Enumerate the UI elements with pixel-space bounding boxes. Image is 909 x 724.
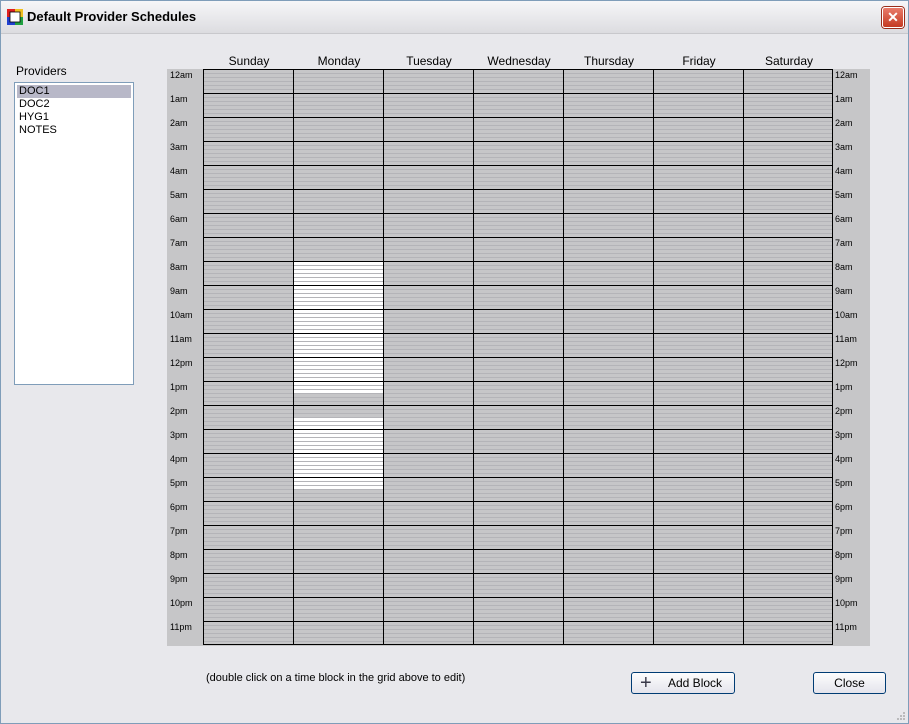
hour-label-left: 11pm	[170, 622, 192, 632]
hour-label-left: 10am	[170, 310, 193, 320]
hour-label-right: 11am	[835, 334, 857, 344]
hour-label-left: 6pm	[170, 502, 188, 512]
hour-label-right: 2am	[835, 118, 853, 128]
hour-label-right: 5am	[835, 190, 853, 200]
hour-label-left: 9pm	[170, 574, 188, 584]
day-header-friday: Friday	[682, 54, 716, 68]
provider-item-doc2[interactable]: DOC2	[17, 98, 131, 111]
hour-label-right: 2pm	[835, 406, 853, 416]
close-icon: ✕	[887, 9, 899, 25]
hour-label-right: 10pm	[835, 598, 858, 608]
hour-label-left: 10pm	[170, 598, 193, 608]
hour-label-left: 7am	[170, 238, 188, 248]
close-button[interactable]: Close	[813, 672, 886, 694]
hour-label-left: 2pm	[170, 406, 188, 416]
hour-label-right: 4pm	[835, 454, 853, 464]
hour-label-left: 9am	[170, 286, 188, 296]
client-area: Providers DOC1 DOC2 HYG1 NOTES Sunday Mo…	[1, 34, 908, 723]
providers-label: Providers	[16, 64, 67, 78]
hour-label-left: 4pm	[170, 454, 188, 464]
hour-label-right: 11pm	[835, 622, 857, 632]
hour-label-right: 8am	[835, 262, 853, 272]
hour-label-right: 3am	[835, 142, 853, 152]
day-header-wednesday: Wednesday	[487, 54, 551, 68]
add-block-button[interactable]: + Add Block	[631, 672, 735, 694]
hour-label-left: 3pm	[170, 430, 188, 440]
hour-label-right: 12am	[835, 70, 858, 80]
provider-item-doc1[interactable]: DOC1	[17, 85, 131, 98]
app-icon	[7, 9, 23, 25]
day-header-sunday: Sunday	[228, 54, 270, 68]
resize-grip-icon[interactable]	[896, 711, 906, 721]
day-header-monday: Monday	[317, 54, 361, 68]
hour-label-left: 3am	[170, 142, 188, 152]
day-header-saturday: Saturday	[764, 54, 814, 68]
title-bar: Default Provider Schedules ✕	[1, 1, 908, 34]
hour-label-right: 5pm	[835, 478, 853, 488]
hour-label-right: 7am	[835, 238, 853, 248]
hour-label-left: 1am	[170, 94, 188, 104]
edit-hint-text: (double click on a time block in the gri…	[206, 672, 466, 684]
hour-label-left: 11am	[170, 334, 192, 344]
hour-label-left: 7pm	[170, 526, 188, 536]
window-title: Default Provider Schedules	[27, 9, 197, 24]
hour-label-left: 4am	[170, 166, 188, 176]
hour-label-right: 8pm	[835, 550, 853, 560]
hour-label-right: 9pm	[835, 574, 853, 584]
hour-label-right: 9am	[835, 286, 853, 296]
provider-item-hyg1[interactable]: HYG1	[17, 111, 131, 124]
hour-label-left: 12pm	[170, 358, 193, 368]
hour-label-right: 6am	[835, 214, 853, 224]
add-block-label: Add Block	[668, 676, 723, 690]
hour-label-right: 4am	[835, 166, 853, 176]
hour-label-right: 12pm	[835, 358, 858, 368]
provider-item-notes[interactable]: NOTES	[17, 124, 131, 137]
plus-icon: +	[640, 672, 652, 694]
day-header-tuesday: Tuesday	[406, 54, 452, 68]
hour-label-left: 8am	[170, 262, 188, 272]
hour-label-left: 5am	[170, 190, 188, 200]
hour-label-right: 1am	[835, 94, 853, 104]
hour-label-right: 7pm	[835, 526, 853, 536]
hour-label-right: 3pm	[835, 430, 853, 440]
hour-label-left: 2am	[170, 118, 188, 128]
schedule-grid[interactable]	[203, 69, 835, 646]
close-button-label: Close	[834, 676, 865, 690]
default-provider-schedules-window: Default Provider Schedules ✕ Providers D…	[0, 0, 909, 724]
hour-label-left: 1pm	[170, 382, 188, 392]
hour-label-right: 10am	[835, 310, 858, 320]
hour-label-left: 6am	[170, 214, 188, 224]
hour-label-left: 5pm	[170, 478, 188, 488]
hour-label-right: 6pm	[835, 502, 853, 512]
hour-label-right: 1pm	[835, 382, 853, 392]
hour-label-left: 8pm	[170, 550, 188, 560]
window-close-button[interactable]: ✕	[882, 7, 904, 28]
hour-label-left: 12am	[170, 70, 193, 80]
day-header-thursday: Thursday	[583, 54, 635, 68]
providers-listbox[interactable]: DOC1 DOC2 HYG1 NOTES	[14, 82, 134, 385]
